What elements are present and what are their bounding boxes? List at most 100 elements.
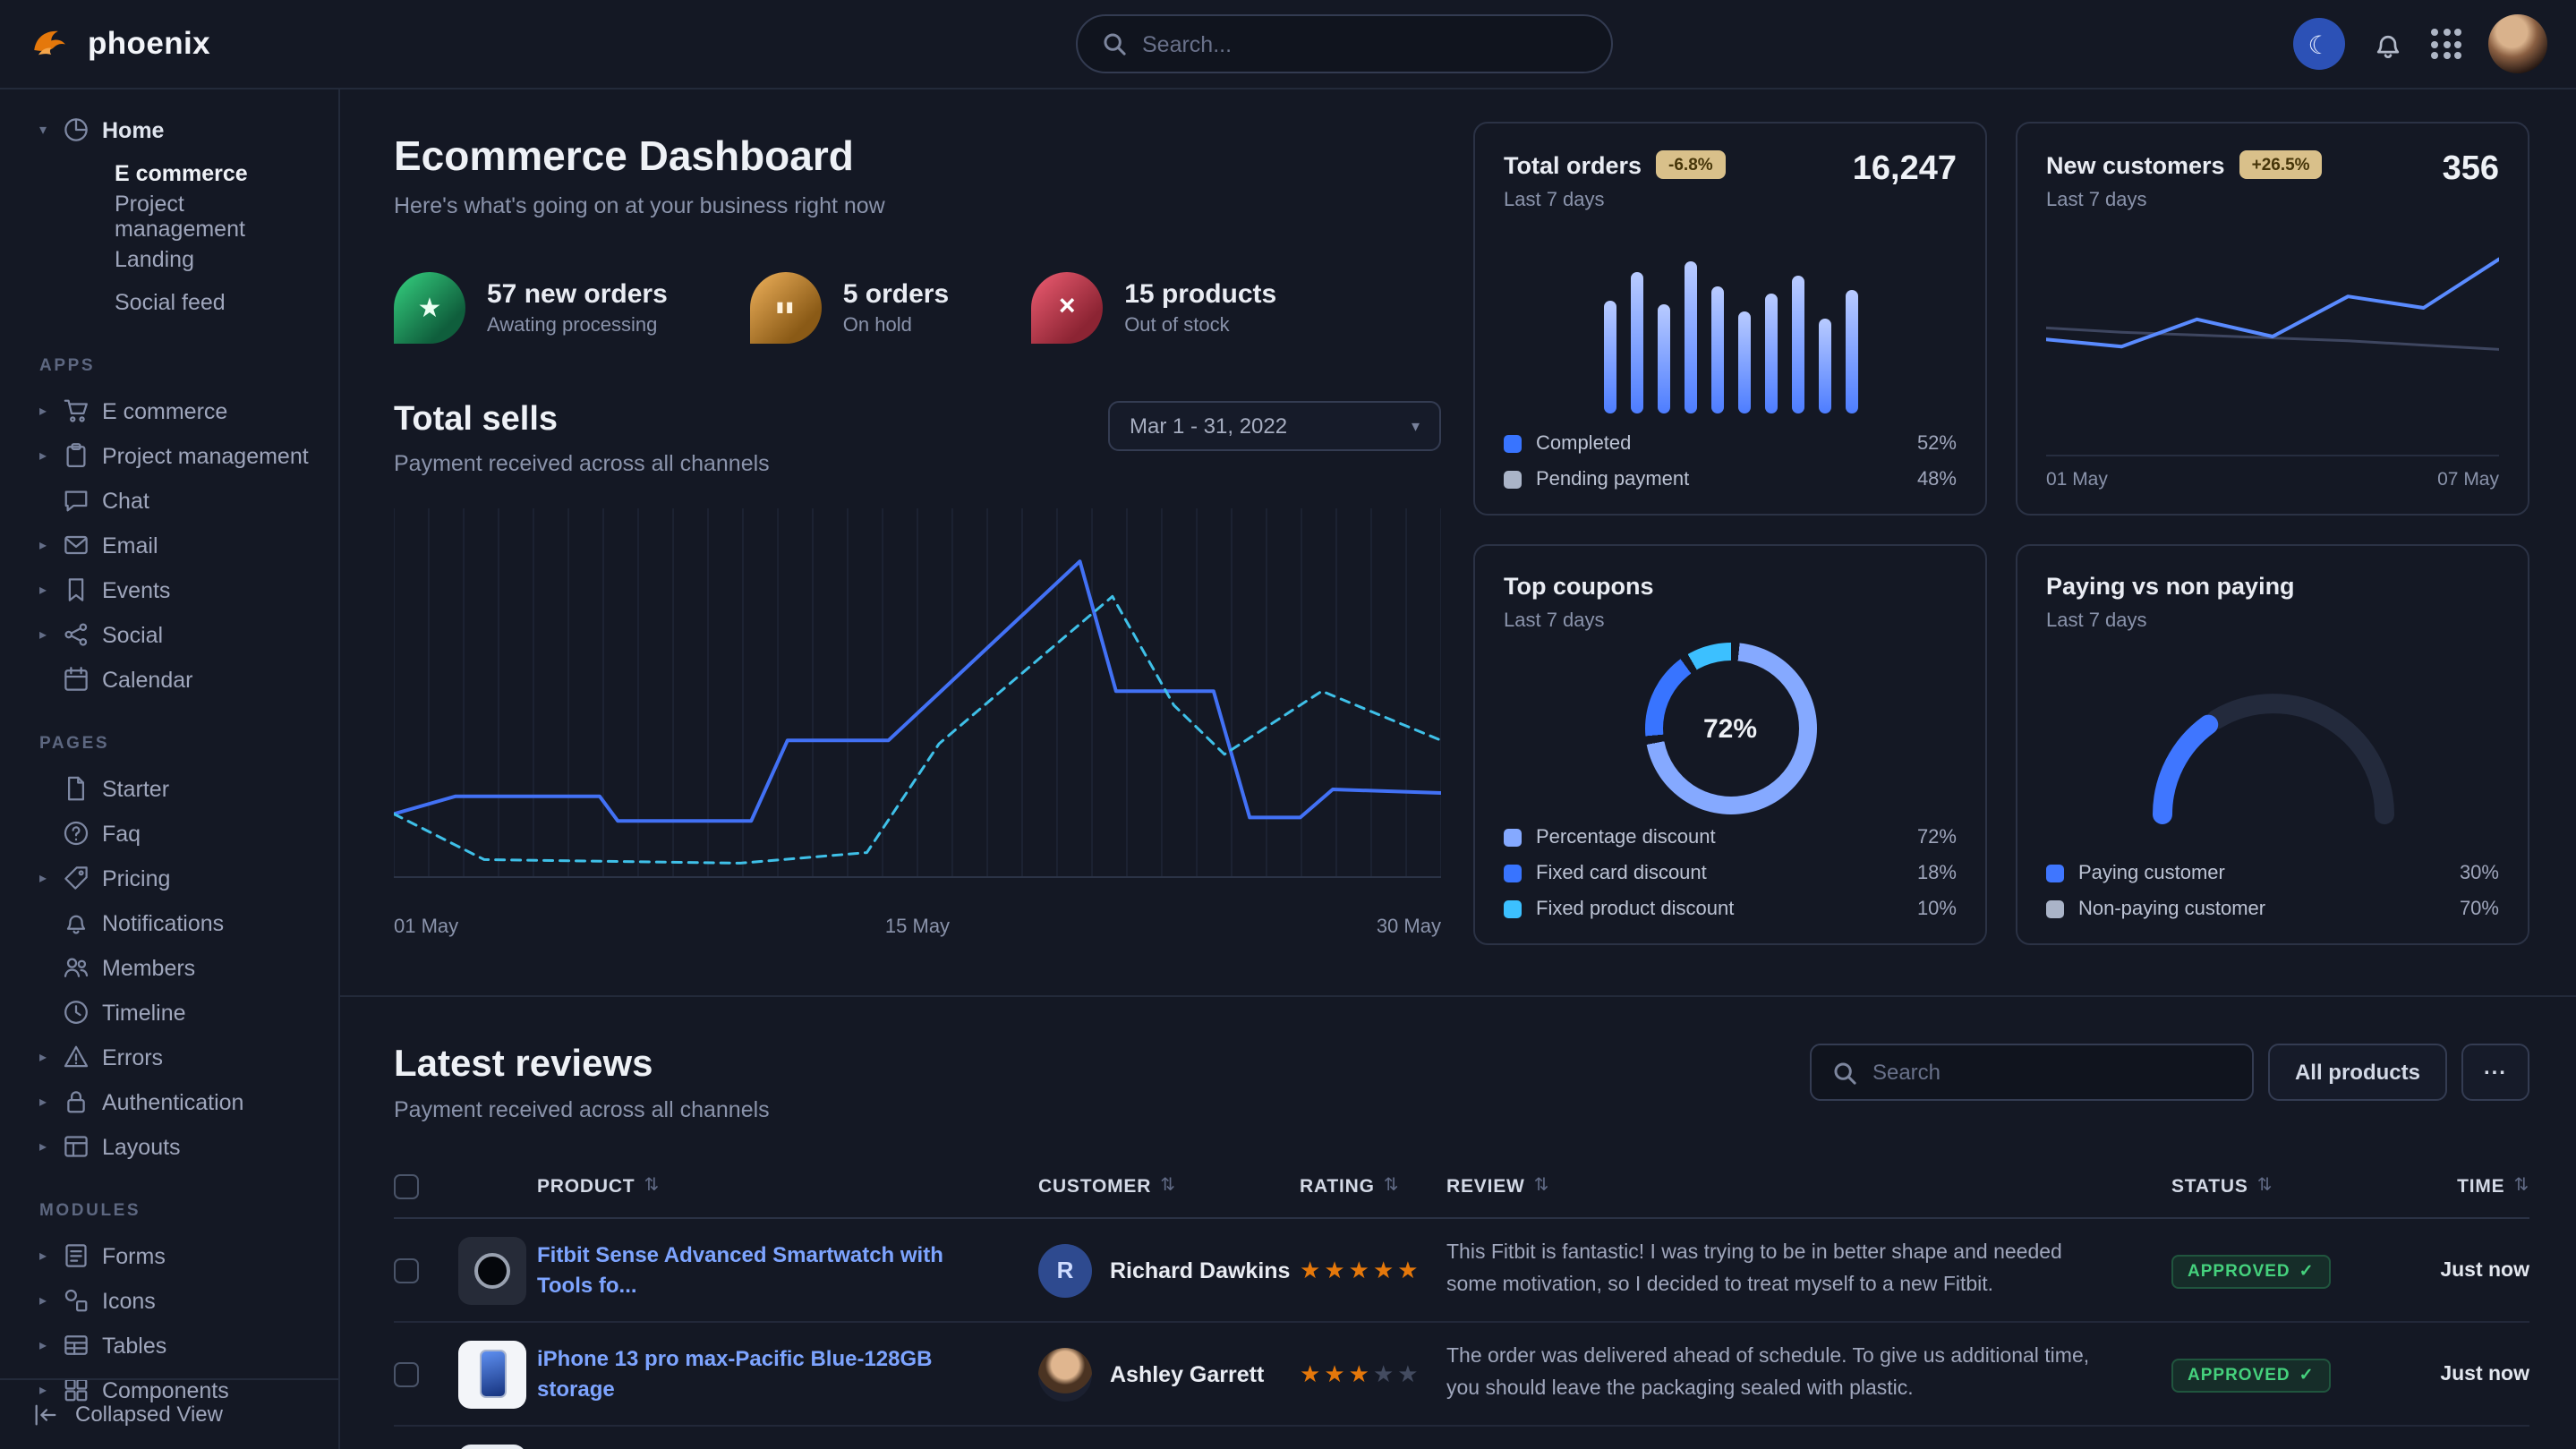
x-axis-label: 07 May — [2437, 469, 2499, 490]
column-header-rating[interactable]: RATING⇅ — [1300, 1175, 1446, 1197]
total-orders-card: Total orders -6.8% Last 7 days 16,247 Co… — [1473, 122, 1987, 516]
sidebar-item-errors[interactable]: ▸ Errors — [21, 1035, 317, 1079]
sidebar-item-project-management[interactable]: ▸ Project management — [21, 433, 317, 478]
sidebar-item-forms[interactable]: ▸ Forms — [21, 1233, 317, 1278]
legend-dot — [1504, 828, 1522, 846]
notifications-button[interactable] — [2372, 28, 2404, 60]
caret-right-icon: ▸ — [36, 582, 50, 598]
legend-value: 48% — [1917, 468, 1957, 490]
sidebar-subitem-landing[interactable]: Landing — [21, 238, 317, 281]
card-title: New customers — [2046, 151, 2225, 178]
user-avatar[interactable] — [2488, 14, 2547, 73]
warning-icon — [63, 1044, 90, 1070]
sidebar-item-calendar[interactable]: Calendar — [21, 657, 317, 702]
search-icon — [1103, 32, 1126, 55]
select-all-checkbox[interactable] — [394, 1173, 419, 1198]
stat-caption: Out of stock — [1124, 315, 1276, 337]
sidebar-item-email[interactable]: ▸ Email — [21, 523, 317, 567]
legend-row: Percentage discount 72% — [1504, 825, 1957, 848]
sidebar-item-notifications[interactable]: Notifications — [21, 900, 317, 945]
column-header-status[interactable]: STATUS⇅ — [2171, 1175, 2390, 1197]
navbar-search-input[interactable] — [1142, 31, 1586, 56]
sidebar-section-label: MODULES — [39, 1201, 317, 1221]
table-header-row: PRODUCT⇅CUSTOMER⇅RATING⇅REVIEW⇅STATUS⇅TI… — [394, 1155, 2529, 1219]
sidebar-item-authentication[interactable]: ▸ Authentication — [21, 1079, 317, 1124]
sidebar-item-e-commerce[interactable]: ▸ E commerce — [21, 388, 317, 433]
reviews-toolbar: All products ... — [1810, 1044, 2529, 1101]
total-orders-value: 16,247 — [1853, 150, 1957, 190]
pause-icon: ▮▮ — [750, 272, 822, 344]
legend-label: Percentage discount — [1536, 826, 1716, 848]
brand[interactable]: phoenix — [29, 17, 210, 71]
column-header-customer[interactable]: CUSTOMER⇅ — [1038, 1175, 1300, 1197]
date-range-select[interactable]: Mar 1 - 31, 2022 ▾ — [1108, 401, 1441, 451]
product-link[interactable]: iPhone 13 pro max-Pacific Blue-128GB sto… — [537, 1345, 1038, 1403]
column-header-review[interactable]: REVIEW⇅ — [1446, 1175, 2171, 1197]
top-coupons-donut-chart: 72% — [1644, 643, 1816, 814]
sidebar-item-tables[interactable]: ▸ Tables — [21, 1323, 317, 1368]
sidebar-item-pricing[interactable]: ▸ Pricing — [21, 856, 317, 900]
sidebar-item-icons[interactable]: ▸ Icons — [21, 1278, 317, 1323]
sidebar-nav: ▾ HomeE commerceProject managementLandin… — [21, 107, 317, 1412]
caret-right-icon: ▸ — [36, 1292, 50, 1308]
theme-toggle-button[interactable]: ☾ — [2293, 18, 2345, 70]
sidebar-item-label: Starter — [102, 776, 169, 801]
customer-cell: Ashley Garrett — [1038, 1347, 1300, 1401]
column-header-product[interactable]: PRODUCT⇅ — [537, 1175, 1038, 1197]
page-title: Ecommerce Dashboard — [394, 132, 1441, 181]
sidebar-item-label: Home — [102, 117, 164, 142]
legend-label: Fixed card discount — [1536, 862, 1707, 883]
table-row: Fitbit Sense Advanced Smartwatch with To… — [394, 1219, 2529, 1323]
sidebar-item-label: Icons — [102, 1288, 156, 1313]
status-badge: APPROVED✓ — [2171, 1358, 2331, 1392]
sidebar-item-layouts[interactable]: ▸ Layouts — [21, 1124, 317, 1169]
app-root: phoenix ☾ ▾ HomeE commerceProject manage… — [0, 0, 2576, 1449]
reviews-search-input[interactable] — [1872, 1060, 2231, 1085]
sidebar-subitem-e-commerce[interactable]: E commerce — [21, 152, 317, 195]
sidebar-item-label: Notifications — [102, 910, 224, 935]
bar — [1737, 312, 1750, 413]
legend-label: Fixed product discount — [1536, 898, 1734, 919]
bar — [1818, 320, 1830, 413]
caret-right-icon: ▸ — [36, 1049, 50, 1065]
sidebar-item-home[interactable]: ▾ Home — [21, 107, 317, 152]
paying-gauge-chart — [2120, 664, 2425, 829]
stat-value: 5 orders — [843, 279, 949, 310]
sidebar-item-faq[interactable]: Faq — [21, 811, 317, 856]
rating-stars: ★★★★★ — [1300, 1256, 1446, 1284]
sidebar-item-label: Members — [102, 955, 195, 980]
sidebar-subitem-social-feed[interactable]: Social feed — [21, 281, 317, 324]
product-link[interactable]: Fitbit Sense Advanced Smartwatch with To… — [537, 1241, 1038, 1300]
top-coupons-legend: Percentage discount 72% Fixed card disco… — [1504, 825, 1957, 920]
tag-icon — [63, 865, 90, 891]
total-sells-subtitle: Payment received across all channels — [394, 451, 770, 476]
users-icon — [63, 954, 90, 981]
legend-row: Fixed product discount 10% — [1504, 897, 1957, 920]
more-options-button[interactable]: ... — [2461, 1044, 2529, 1101]
sidebar-item-chat[interactable]: Chat — [21, 478, 317, 523]
reviews-search[interactable] — [1810, 1044, 2254, 1101]
time-cell: Just now — [2390, 1259, 2529, 1281]
all-products-button[interactable]: All products — [2268, 1044, 2447, 1101]
apps-grid-button[interactable] — [2431, 29, 2461, 59]
caret-right-icon: ▸ — [36, 1248, 50, 1264]
dashboard-top: Ecommerce Dashboard Here's what's going … — [394, 122, 2529, 945]
sidebar-item-social[interactable]: ▸ Social — [21, 612, 317, 657]
new-customers-card: New customers +26.5% Last 7 days 356 01 … — [2016, 122, 2529, 516]
legend-row: Paying customer 30% — [2046, 861, 2499, 884]
navbar-search[interactable] — [1076, 14, 1613, 73]
total-sells-title: Total sells — [394, 401, 770, 440]
sidebar-item-timeline[interactable]: Timeline — [21, 990, 317, 1035]
sidebar-item-events[interactable]: ▸ Events — [21, 567, 317, 612]
sidebar-item-members[interactable]: Members — [21, 945, 317, 990]
sidebar-subitem-project-management[interactable]: Project management — [21, 195, 317, 238]
row-checkbox[interactable] — [394, 1361, 419, 1386]
sidebar-section-label: APPS — [39, 356, 317, 376]
caret-down-icon: ▾ — [36, 122, 50, 138]
sidebar-item-starter[interactable]: Starter — [21, 766, 317, 811]
row-checkbox[interactable] — [394, 1257, 419, 1283]
product-thumbnail — [458, 1340, 526, 1408]
collapsed-view-toggle[interactable]: Collapsed View — [0, 1377, 338, 1449]
stats-row: ★ 57 new orders Awating processing ▮▮ 5 … — [394, 272, 1441, 344]
column-header-time[interactable]: TIME⇅ — [2390, 1175, 2529, 1197]
